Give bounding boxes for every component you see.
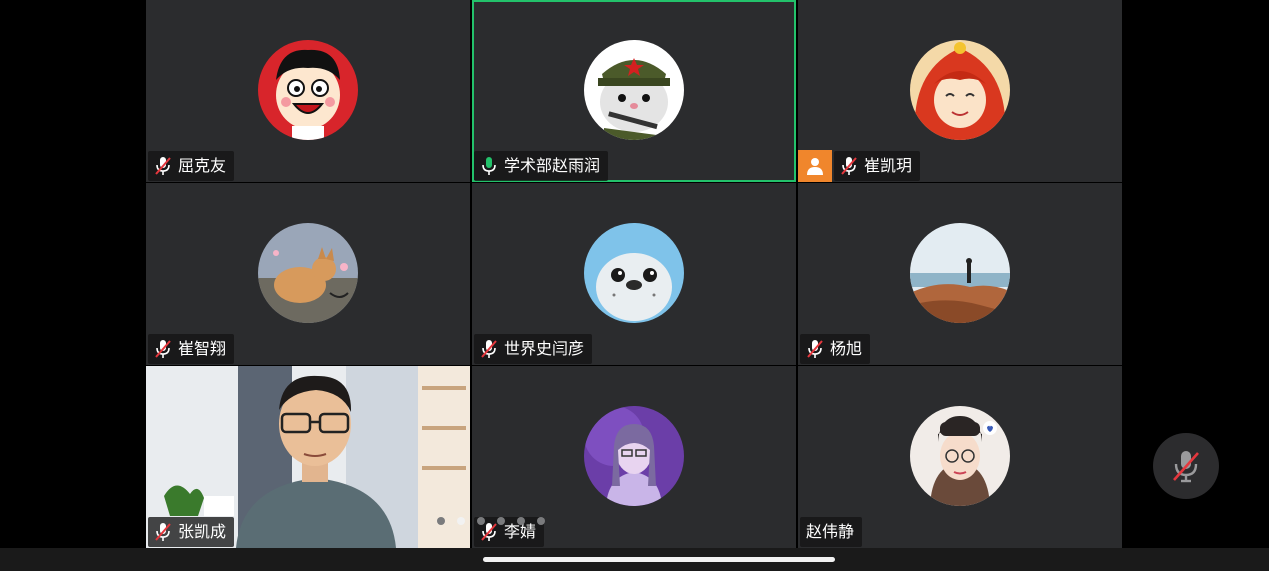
page-dot[interactable] <box>437 517 445 525</box>
mic-muted-icon <box>807 340 823 358</box>
red-hair-girl-avatar <box>910 40 1010 140</box>
mic-muted-icon <box>841 157 857 175</box>
participant-name: 屈克友 <box>178 156 227 175</box>
participant-tile-video[interactable]: 张凯成 <box>146 366 470 548</box>
mic-active-icon <box>482 157 496 175</box>
participant-name-label: 世界史闫彦 <box>474 334 593 364</box>
mic-muted-icon <box>155 523 171 541</box>
mic-muted-icon <box>155 340 171 358</box>
participant-name: 学术部赵雨润 <box>504 156 601 175</box>
participant-name: 张凯成 <box>178 522 227 541</box>
page-dot-active[interactable] <box>457 517 465 525</box>
hamster-soldier-avatar <box>584 40 684 140</box>
page-dot[interactable] <box>517 517 525 525</box>
purple-portrait-avatar <box>584 406 684 506</box>
mic-muted-icon <box>481 340 497 358</box>
participant-name-label: 学术部赵雨润 <box>474 151 609 181</box>
mic-muted-icon <box>155 157 171 175</box>
cartoon-boy-avatar <box>258 40 358 140</box>
participant-name-label: 崔智翔 <box>148 334 235 364</box>
corgi-avatar <box>258 223 358 323</box>
mic-muted-icon <box>481 523 497 541</box>
page-dot[interactable] <box>537 517 545 525</box>
girl-with-glasses-avatar <box>910 406 1010 506</box>
page-dot[interactable] <box>497 517 505 525</box>
participant-tile[interactable]: 屈克友 <box>146 0 470 182</box>
participant-name: 崔凯玥 <box>864 156 913 175</box>
participant-name-label: 张凯成 <box>148 517 235 547</box>
participant-name-label: 杨旭 <box>800 334 871 364</box>
participant-name: 崔智翔 <box>178 339 227 358</box>
participant-name: 赵伟静 <box>806 522 855 541</box>
home-indicator[interactable] <box>483 557 835 562</box>
participant-name: 世界史闫彦 <box>504 339 585 358</box>
page-dot[interactable] <box>477 517 485 525</box>
participant-tile-active-speaker[interactable]: 学术部赵雨润 <box>472 0 796 182</box>
participant-tile[interactable]: 崔智翔 <box>146 183 470 365</box>
seal-avatar <box>584 223 684 323</box>
participant-name-label: 赵伟静 <box>800 517 863 547</box>
mute-toggle-button[interactable] <box>1153 433 1219 499</box>
participant-name-label: 崔凯玥 <box>834 151 921 181</box>
host-user-icon <box>798 150 832 182</box>
participant-grid: 屈克友 学术部赵雨润 崔凯玥 崔智翔 世界史闫彦 杨旭 张凯成 李婧 赵伟静 <box>146 0 1122 548</box>
mic-muted-icon <box>1173 451 1199 483</box>
page-indicator[interactable] <box>437 517 545 525</box>
seaside-person-avatar <box>910 223 1010 323</box>
participant-tile[interactable]: 崔凯玥 <box>798 0 1122 182</box>
participant-name: 杨旭 <box>830 339 863 358</box>
participant-tile[interactable]: 杨旭 <box>798 183 1122 365</box>
participant-tile[interactable]: 赵伟静 <box>798 366 1122 548</box>
participant-tile[interactable]: 世界史闫彦 <box>472 183 796 365</box>
participant-name-label: 屈克友 <box>148 151 235 181</box>
